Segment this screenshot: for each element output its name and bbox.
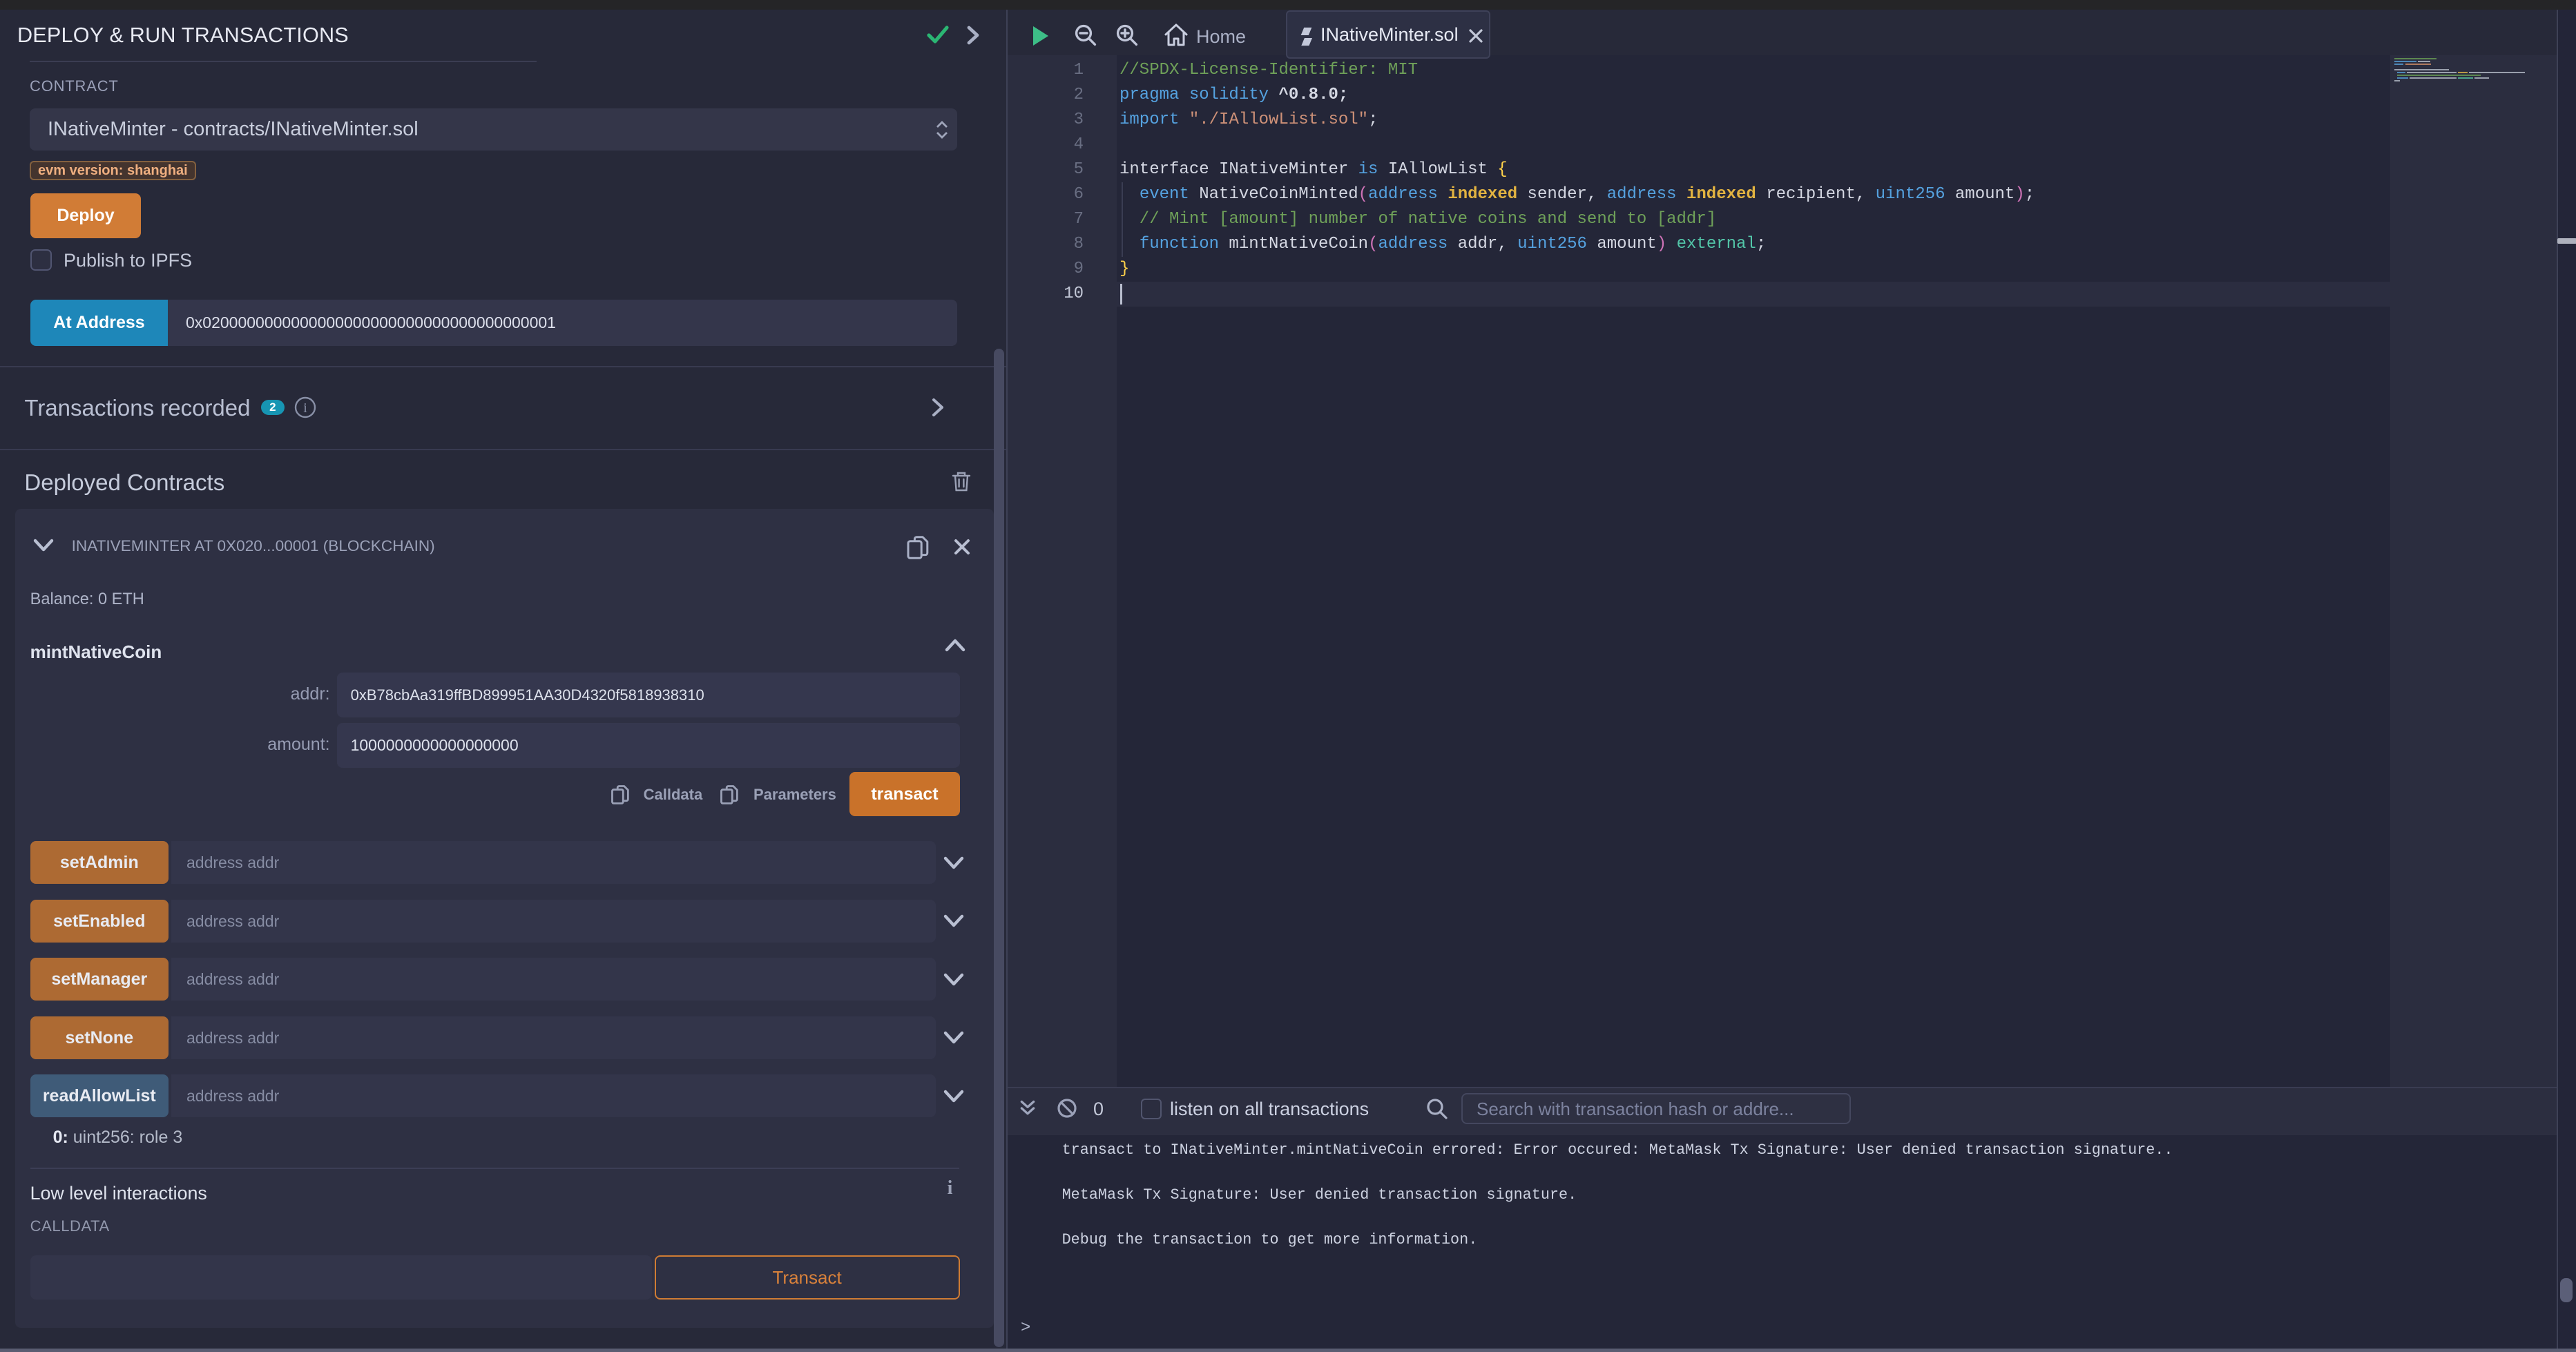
svg-text:i: i [303, 400, 307, 416]
